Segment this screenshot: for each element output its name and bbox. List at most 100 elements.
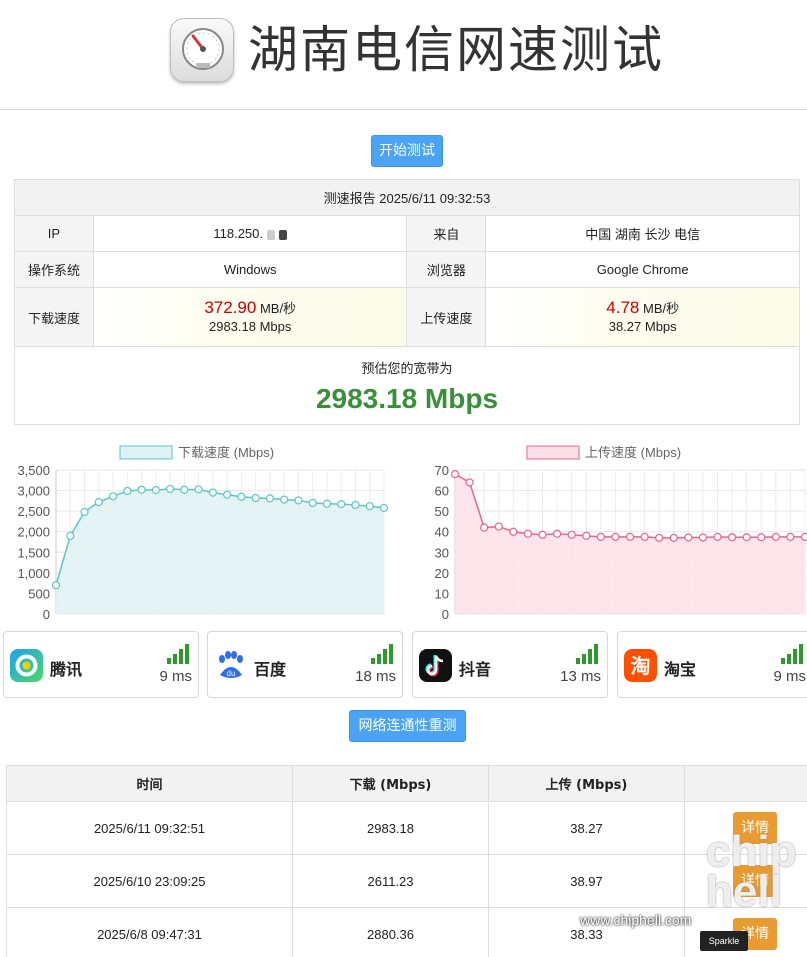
data-point — [165, 484, 175, 494]
data-point — [684, 533, 693, 542]
download-mbps: 2983.18 Mbps — [208, 318, 292, 334]
site-card-douyin: 抖音 13 ms — [412, 631, 608, 698]
browser-label: 浏览器 — [406, 251, 487, 288]
data-point — [379, 503, 389, 512]
data-point — [108, 492, 118, 501]
data-point — [567, 530, 576, 539]
col-download: 下载 (Mbps) — [292, 765, 489, 802]
signal-icon — [167, 644, 189, 664]
from-label: 来自 — [406, 215, 487, 252]
history-table: 时间 下载 (Mbps) 上传 (Mbps) 2025/6/11 09:32:5… — [6, 765, 807, 957]
y-tick-label: 70 — [435, 463, 449, 478]
legend-label: 下载速度 (Mbps) — [178, 445, 274, 460]
site-name: 腾讯 — [50, 660, 83, 679]
data-point — [280, 495, 289, 504]
legend-swatch — [119, 445, 173, 460]
from-value: 中国 湖南 长沙 电信 — [485, 215, 800, 252]
y-tick-label: 1,000 — [17, 566, 50, 581]
data-point — [94, 497, 103, 507]
y-tick-label: 3,000 — [17, 484, 50, 499]
data-point — [698, 533, 708, 542]
data-point — [800, 532, 807, 541]
data-point — [713, 532, 722, 541]
upload-chart-svg: 上传速度 (Mbps) 70 60 50 40 30 20 10 0 — [435, 445, 807, 622]
upload-chart: 上传速度 (Mbps) 70 60 50 40 30 20 10 0 — [407, 438, 807, 623]
redacted-mark — [279, 229, 287, 240]
download-value: 372.90 MB/秒 2983.18 Mbps — [92, 287, 408, 347]
data-point — [582, 531, 591, 540]
download-label: 下载速度 — [14, 287, 94, 347]
y-tick-label: 10 — [435, 586, 449, 601]
data-point — [322, 499, 332, 508]
data-point — [194, 485, 203, 494]
redacted-mark — [267, 229, 275, 240]
data-point — [480, 523, 489, 532]
row-time: 2025/6/10 23:09:25 — [6, 854, 293, 908]
data-point — [308, 498, 317, 508]
col-time: 时间 — [6, 765, 293, 802]
y-tick-label: 50 — [435, 504, 449, 519]
svg-text:du: du — [227, 669, 236, 678]
site-name: 淘宝 — [664, 660, 697, 679]
data-point — [596, 532, 605, 541]
data-point — [552, 529, 562, 538]
download-chart: 下载速度 (Mbps) 3,500 3,000 2,500 2,000 1,500 1,00… — [0, 438, 400, 623]
chiphell-watermark-logo: chip hell — [706, 827, 797, 916]
download-chart-svg: 下载速度 (Mbps) 3,500 3,000 2,500 2,000 1,500 1,00… — [17, 445, 389, 622]
row-time: 2025/6/11 09:32:51 — [6, 801, 293, 855]
data-point — [294, 496, 303, 505]
data-point — [465, 478, 474, 487]
browser-value: Google Chrome — [485, 251, 800, 288]
data-point — [509, 527, 518, 536]
connectivity-retest-button[interactable]: 网络连通性重测 — [349, 710, 466, 742]
douyin-icon — [419, 649, 452, 682]
data-point — [669, 533, 678, 542]
os-label: 操作系统 — [14, 251, 94, 288]
table-row: 2025/6/11 09:32:51 2983.18 38.27 详情 — [6, 801, 807, 855]
y-tick-label: 40 — [435, 525, 449, 540]
os-value: Windows — [92, 251, 408, 288]
table-row: 2025/6/10 23:09:25 2611.23 38.97 详情 — [6, 854, 807, 908]
site-latency: 9 ms — [159, 668, 192, 685]
data-point — [625, 532, 635, 541]
report-title: 测速报告 2025/6/11 09:32:53 — [14, 179, 800, 216]
data-point — [771, 532, 780, 541]
signal-icon — [781, 644, 803, 664]
data-point — [251, 493, 260, 503]
upload-mbs: 4.78 — [606, 297, 640, 317]
chiphell-watermark-url: www.chiphell.com — [580, 912, 692, 928]
speedometer-icon — [170, 18, 234, 82]
data-point — [208, 488, 217, 497]
data-point — [655, 533, 664, 542]
start-test-button[interactable]: 开始测试 — [371, 135, 443, 167]
bandwidth-value: 2983.18 Mbps — [315, 383, 499, 414]
svg-text:淘: 淘 — [631, 654, 651, 678]
baidu-icon: du — [214, 649, 247, 682]
data-point — [80, 507, 89, 517]
legend-label: 上传速度 (Mbps) — [585, 445, 681, 460]
sparkle-tag: Sparkle — [700, 931, 748, 951]
data-point — [123, 486, 132, 496]
data-point — [742, 533, 751, 542]
y-tick-label: 500 — [28, 586, 50, 601]
data-point — [223, 490, 232, 499]
signal-icon — [371, 644, 393, 664]
download-mbs: 372.90 — [204, 297, 257, 317]
bandwidth-label: 预估您的宽带为 — [361, 361, 453, 376]
row-time: 2025/6/8 09:47:31 — [6, 907, 293, 957]
upload-label: 上传速度 — [406, 287, 487, 347]
series-area — [56, 488, 384, 614]
ip-value: 118.250. — [92, 215, 408, 252]
y-tick-label: 2,500 — [17, 504, 50, 519]
taobao-icon: 淘 — [624, 649, 657, 682]
row-download: 2983.18 — [292, 801, 489, 855]
y-tick-label: 20 — [435, 566, 449, 581]
data-point — [151, 486, 160, 495]
data-point — [365, 502, 374, 511]
site-card-tencent: 腾讯 9 ms — [3, 631, 199, 698]
y-tick-label: 60 — [435, 484, 449, 499]
data-point — [494, 522, 503, 531]
site-card-baidu: du 百度 18 ms — [207, 631, 403, 698]
upload-value: 4.78 MB/秒 38.27 Mbps — [485, 287, 800, 347]
download-unit: MB/秒 — [259, 300, 297, 316]
